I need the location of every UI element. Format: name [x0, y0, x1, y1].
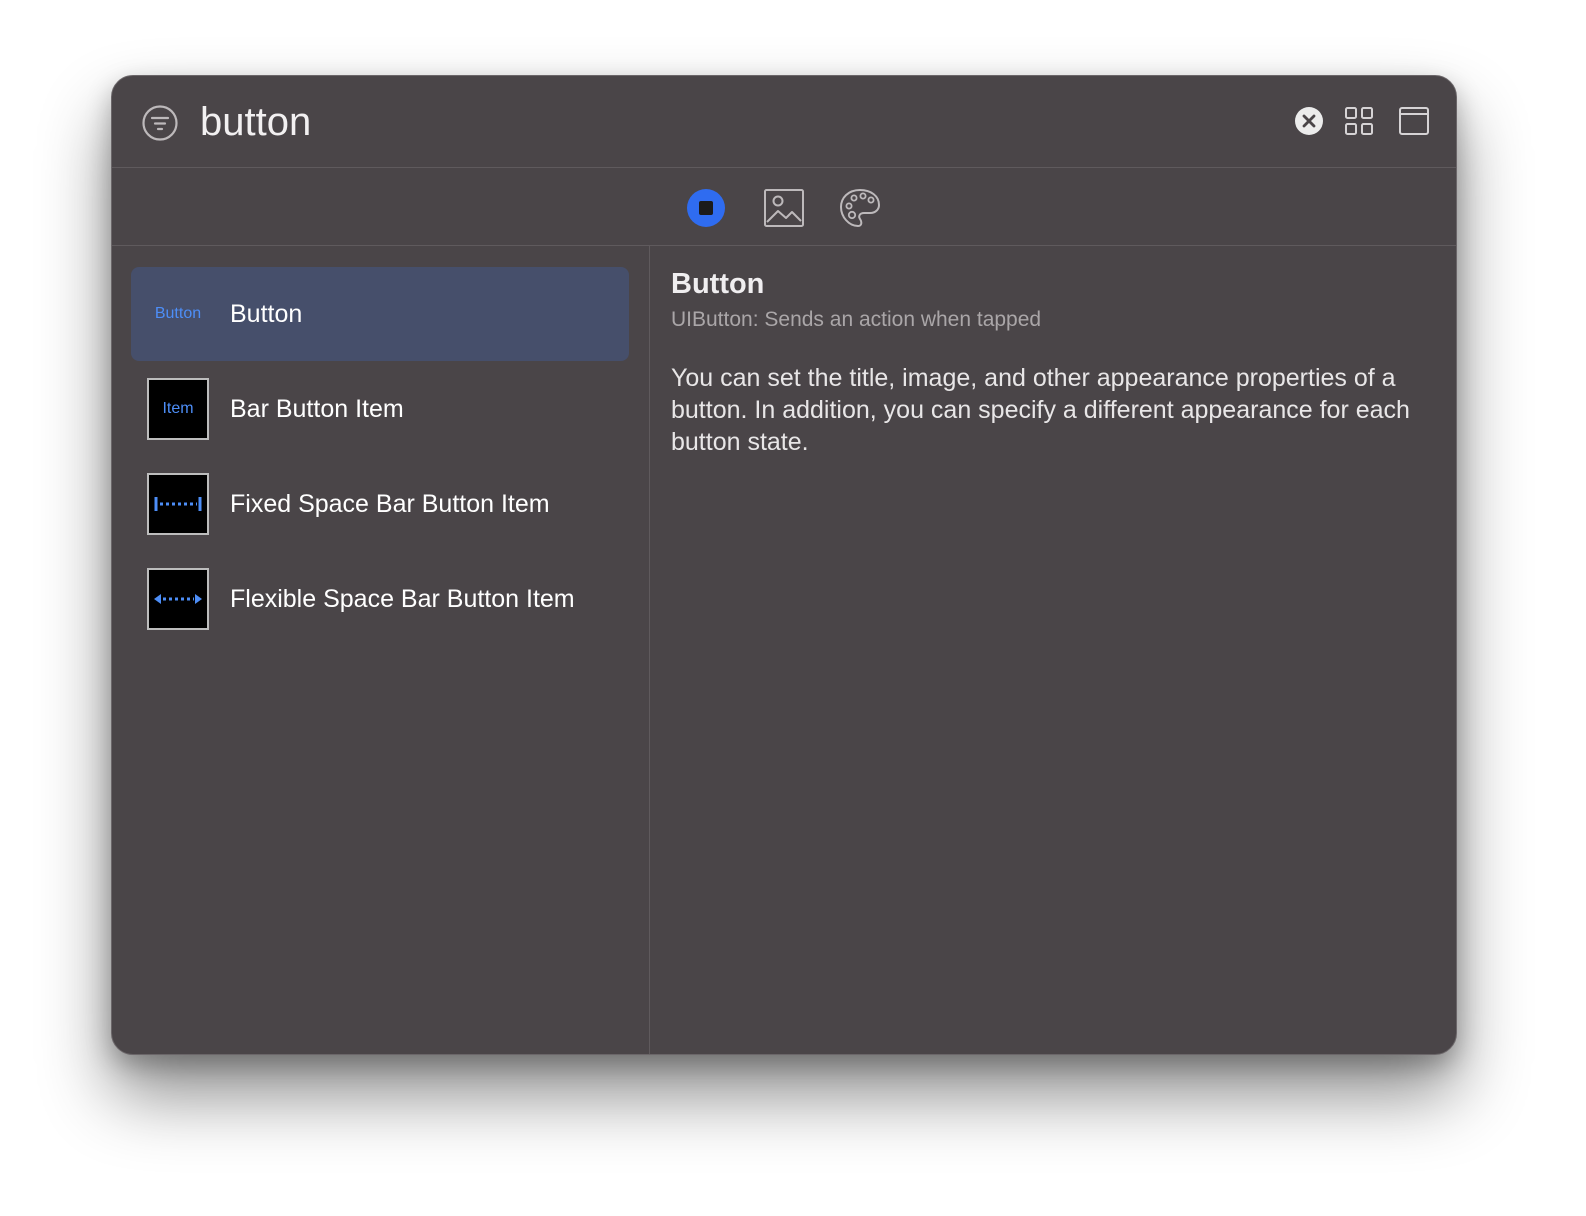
list-item-label: Button: [230, 300, 303, 328]
detail-title: Button: [671, 268, 765, 300]
detail-pane: Button UIButton: Sends an action when ta…: [651, 246, 1456, 1054]
fixed-space-thumbnail: [147, 473, 209, 535]
fixed-space-icon: [154, 497, 202, 511]
flexible-space-thumbnail: [147, 568, 209, 630]
list-item-flexible-space[interactable]: Flexible Space Bar Button Item: [131, 552, 629, 646]
library-segment-bar: [112, 168, 1456, 246]
button-thumbnail: Button: [147, 283, 209, 345]
filter-icon[interactable]: [141, 104, 179, 142]
list-item-label: Fixed Space Bar Button Item: [230, 490, 550, 518]
thumbnail-text: Item: [162, 400, 194, 417]
list-item-label: Flexible Space Bar Button Item: [230, 585, 575, 613]
list-item-button[interactable]: Button Button: [131, 267, 629, 361]
list-item-bar-button-item[interactable]: Item Bar Button Item: [131, 362, 629, 456]
bar-button-item-thumbnail: Item: [147, 378, 209, 440]
grid-view-icon[interactable]: [1344, 106, 1374, 136]
list-item-label: Bar Button Item: [230, 395, 404, 423]
flexible-space-icon: [154, 594, 202, 604]
search-header: [112, 76, 1456, 168]
search-input[interactable]: [200, 98, 900, 146]
window-icon[interactable]: [1398, 105, 1430, 137]
palette-icon[interactable]: [838, 186, 882, 230]
list-item-fixed-space[interactable]: Fixed Space Bar Button Item: [131, 457, 629, 551]
objects-icon[interactable]: [684, 186, 728, 230]
clear-icon[interactable]: [1294, 106, 1324, 136]
thumbnail-text: Button: [154, 305, 202, 322]
detail-subtitle: UIButton: Sends an action when tapped: [671, 308, 1042, 331]
image-icon[interactable]: [762, 186, 806, 230]
library-item-list: Button Button Item Bar Button Item Fixed…: [112, 246, 650, 1054]
library-window: Button Button Item Bar Button Item Fixed…: [111, 75, 1457, 1055]
detail-description: You can set the title, image, and other …: [671, 364, 1410, 456]
